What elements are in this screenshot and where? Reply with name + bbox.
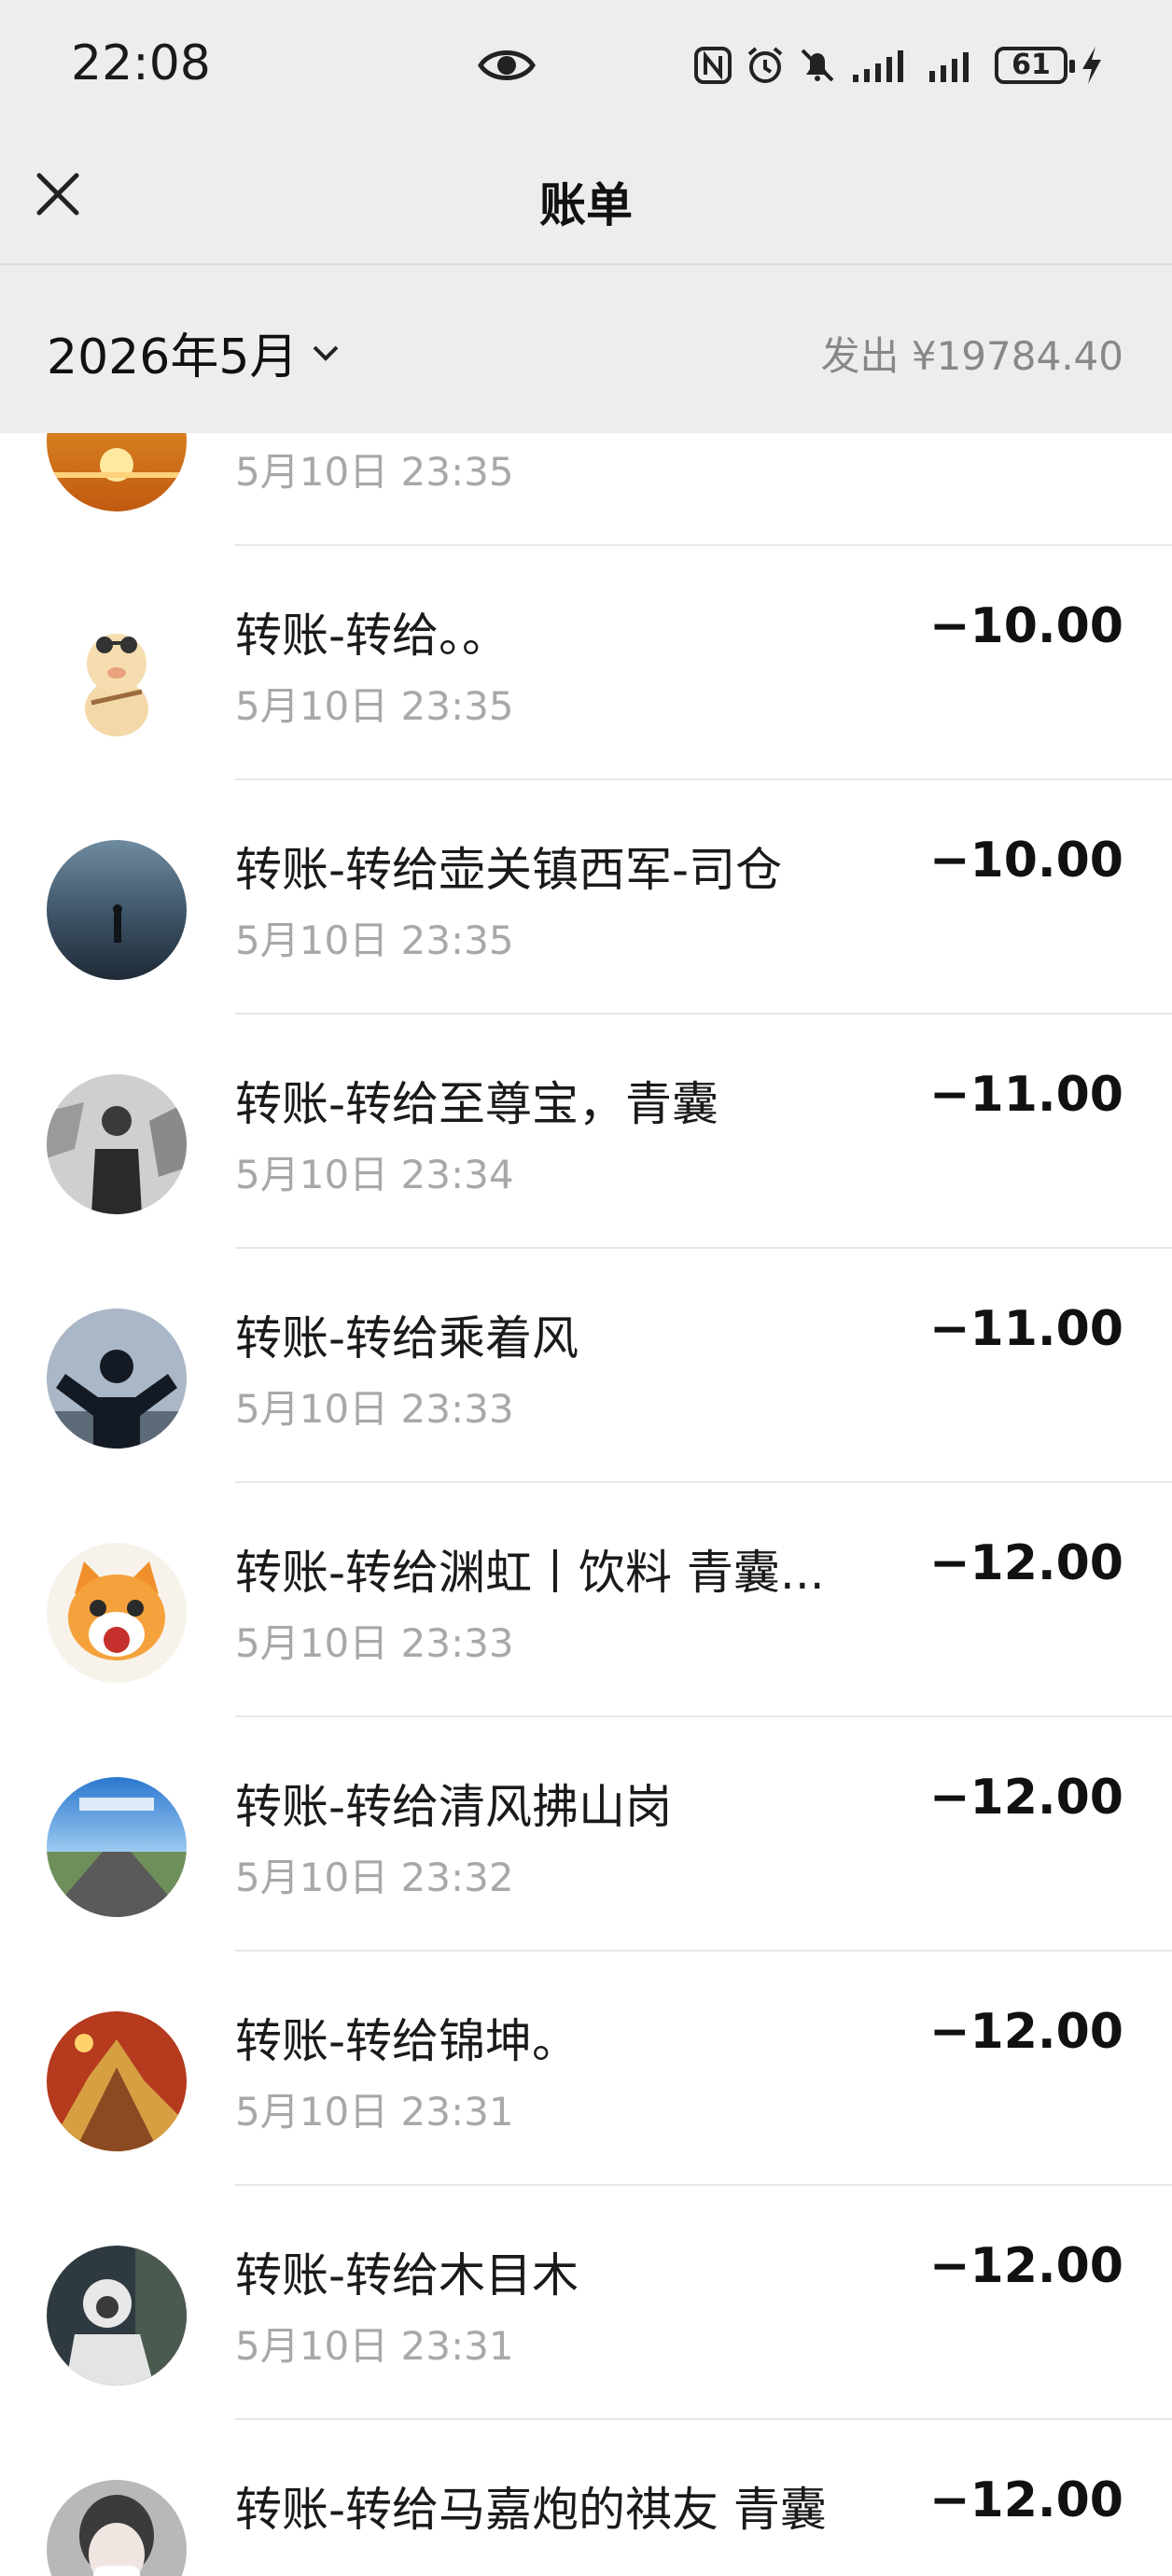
transaction-title: 转账-转给锦坤。 <box>235 2014 579 2068</box>
list-item[interactable]: 转账-转给渊虹丨饮料 青囊... 5月10日 23:33 −12.00 <box>0 1483 1172 1717</box>
transaction-title: 转账-转给至尊宝，青囊 <box>235 1077 719 1131</box>
avatar-sea-figure <box>47 840 187 980</box>
list-item[interactable]: 转账-转给。。 5月10日 23:35 −10.00 <box>0 546 1172 780</box>
list-item[interactable]: 转账-转给壶关镇西军-司仓 5月10日 23:35 −10.00 <box>0 780 1172 1015</box>
chevron-down-icon <box>314 345 339 361</box>
transaction-time: 5月10日 23:33 <box>235 1386 514 1432</box>
transaction-time: 5月10日 23:31 <box>235 2089 514 2135</box>
transaction-time: 5月10日 23:35 <box>235 449 514 495</box>
list-item[interactable]: 转账-转给清风拂山岗 5月10日 23:32 −12.00 <box>0 1717 1172 1952</box>
transaction-time: 5月10日 23:35 <box>235 683 514 729</box>
alarm-icon <box>747 47 783 83</box>
status-icons: 61 <box>692 37 1105 93</box>
transaction-amount: −12.00 <box>928 1535 1123 1591</box>
list-item[interactable]: 转账-转给木目木 5月10日 23:31 −12.00 <box>0 2186 1172 2420</box>
transaction-amount: −12.00 <box>928 2238 1123 2294</box>
transaction-title: 转账-转给。。 <box>235 609 509 663</box>
transaction-title: 转账-转给壶关镇西军-司仓 <box>235 843 783 897</box>
transaction-list: 5月10日 23:35 转账-转给。。 5月10日 23:35 −10.00 转… <box>0 433 1172 2576</box>
mute-icon <box>801 49 834 82</box>
nfc-icon <box>694 47 732 84</box>
list-item[interactable]: 转账-转给锦坤。 5月10日 23:31 −12.00 <box>0 1952 1172 2186</box>
battery-icon: 61 <box>995 47 1075 84</box>
avatar-arms-up <box>47 1309 187 1449</box>
transaction-amount: −12.00 <box>928 1770 1123 1826</box>
list-item[interactable]: 转账-转给至尊宝，青囊 5月10日 23:34 −11.00 <box>0 1015 1172 1249</box>
month-summary-bar: 2026年5月 发出 ¥19784.40 <box>0 265 1172 433</box>
signal-icon <box>929 52 969 82</box>
status-time: 22:08 <box>71 35 211 91</box>
transaction-title: 转账-转给乘着风 <box>235 1311 579 1365</box>
list-item[interactable]: 转账-转给马嘉炮的祺友 青囊 −12.00 <box>0 2420 1172 2576</box>
transaction-amount: −10.00 <box>928 598 1123 654</box>
page-title: 账单 <box>539 178 633 232</box>
avatar-cartoon-cat <box>47 1543 187 1683</box>
status-bar: 22:08 61 <box>0 0 1172 131</box>
transaction-time: 5月10日 23:31 <box>235 2323 514 2369</box>
avatar-sunset <box>47 433 187 511</box>
transaction-time: 5月10日 23:33 <box>235 1620 514 1666</box>
avatar-road <box>47 1777 187 1917</box>
transaction-amount: −10.00 <box>928 833 1123 889</box>
transaction-title: 转账-转给木目木 <box>235 2248 579 2303</box>
avatar-bw-man <box>47 1074 187 1214</box>
transaction-title: 转账-转给清风拂山岗 <box>235 1780 673 1834</box>
charging-icon <box>1082 47 1101 84</box>
signal-icon <box>853 50 903 82</box>
transaction-time: 5月10日 23:35 <box>235 917 514 963</box>
transaction-title: 转账-转给马嘉炮的祺友 青囊 <box>235 2483 827 2537</box>
transaction-time: 5月10日 23:34 <box>235 1152 514 1197</box>
avatar-golden-mountain <box>47 2011 187 2151</box>
transaction-title: 转账-转给渊虹丨饮料 青囊... <box>235 1546 825 1600</box>
avatar-monkey-doll <box>47 606 187 746</box>
transaction-amount: −11.00 <box>928 1301 1123 1357</box>
title-bar: 账单 <box>0 131 1172 265</box>
month-label: 2026年5月 <box>47 329 299 385</box>
avatar-hooded-figure <box>47 2246 187 2386</box>
month-selector[interactable]: 2026年5月 <box>47 317 344 387</box>
list-item[interactable]: 5月10日 23:35 <box>0 433 1172 546</box>
total-spent: 发出 ¥19784.40 <box>820 333 1123 379</box>
transaction-amount: −11.00 <box>928 1067 1123 1123</box>
transaction-time: 5月10日 23:32 <box>235 1855 514 1900</box>
list-item[interactable]: 转账-转给乘着风 5月10日 23:33 −11.00 <box>0 1249 1172 1483</box>
transaction-amount: −12.00 <box>928 2472 1123 2528</box>
transaction-amount: −12.00 <box>928 2004 1123 2060</box>
avatar-mask-girl <box>47 2480 187 2576</box>
eye-icon <box>478 50 536 80</box>
